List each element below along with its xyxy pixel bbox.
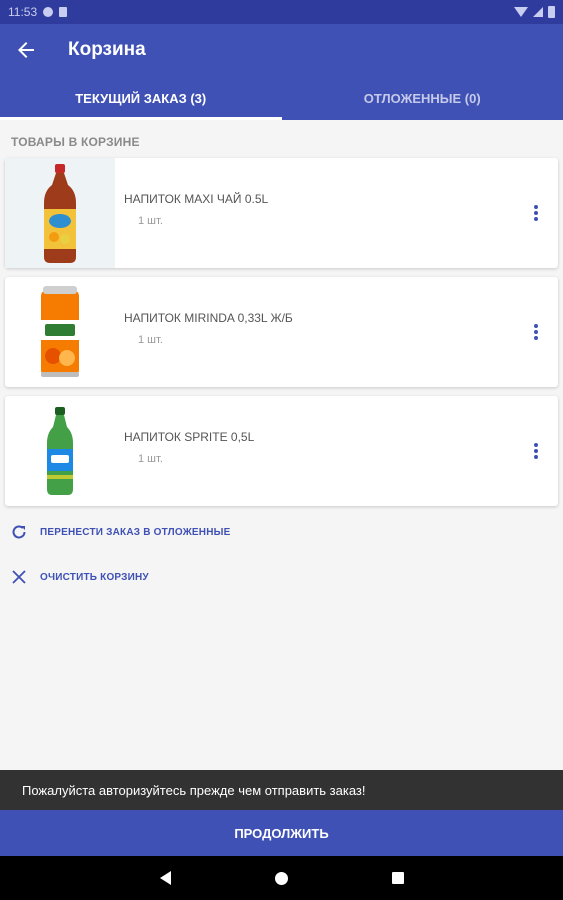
arrow-back-icon — [18, 42, 34, 58]
nav-recents-icon[interactable] — [391, 872, 404, 884]
item-quantity: 1 шт. — [138, 214, 163, 227]
postpone-order-button[interactable]: ПЕРЕНЕСТИ ЗАКАЗ В ОТЛОЖЕННЫЕ — [10, 523, 231, 541]
cart-item[interactable]: НАПИТОК MAXI ЧАЙ 0.5L 1 шт. — [5, 158, 558, 268]
tab-bar: ТЕКУЩИЙ ЗАКАЗ (3) ОТЛОЖЕННЫЕ (0) — [0, 76, 563, 120]
signal-icon — [533, 7, 543, 17]
nav-back-icon[interactable] — [159, 871, 171, 885]
item-name: НАПИТОК SPRITE 0,5L — [124, 429, 255, 444]
cart-item[interactable]: НАПИТОК MIRINDA 0,33L Ж/Б 1 шт. — [5, 277, 558, 387]
app-bar: Корзина — [0, 24, 563, 76]
postpone-order-label: ПЕРЕНЕСТИ ЗАКАЗ В ОТЛОЖЕННЫЕ — [40, 526, 231, 538]
sd-card-icon — [59, 7, 68, 17]
more-vert-icon — [534, 205, 538, 209]
notification-icon — [43, 7, 54, 17]
back-button[interactable] — [0, 24, 52, 76]
snackbar: Пожалуйста авторизуйтесь прежде чем отпр… — [0, 770, 563, 810]
item-name: НАПИТОК MIRINDA 0,33L Ж/Б — [124, 310, 293, 325]
product-image — [5, 396, 115, 506]
product-image — [5, 158, 115, 268]
cart-item[interactable]: НАПИТОК SPRITE 0,5L 1 шт. — [5, 396, 558, 506]
clear-cart-button[interactable]: ОЧИСТИТЬ КОРЗИНУ — [10, 568, 149, 586]
close-icon — [10, 568, 28, 586]
status-time: 11:53 — [8, 5, 38, 19]
clear-cart-label: ОЧИСТИТЬ КОРЗИНУ — [40, 571, 149, 583]
product-image — [5, 277, 115, 387]
tab-current-order[interactable]: ТЕКУЩИЙ ЗАКАЗ (3) — [0, 76, 282, 120]
page-title: Корзина — [68, 39, 146, 60]
refresh-icon — [10, 523, 28, 541]
snackbar-message: Пожалуйста авторизуйтесь прежде чем отпр… — [22, 782, 366, 798]
continue-button[interactable]: ПРОДОЛЖИТЬ — [0, 810, 563, 856]
nav-home-icon[interactable] — [274, 871, 288, 885]
more-vert-button[interactable] — [514, 429, 558, 473]
more-vert-icon — [534, 443, 538, 447]
more-vert-button[interactable] — [514, 310, 558, 354]
item-name: НАПИТОК MAXI ЧАЙ 0.5L — [124, 191, 269, 206]
battery-icon — [548, 6, 555, 18]
cart-section-title: ТОВАРЫ В КОРЗИНЕ — [11, 135, 140, 149]
item-quantity: 1 шт. — [138, 452, 163, 465]
tab-postponed[interactable]: ОТЛОЖЕННЫЕ (0) — [282, 76, 563, 120]
wifi-icon — [514, 7, 528, 17]
status-bar: 11:53 — [0, 0, 563, 24]
item-quantity: 1 шт. — [138, 333, 163, 346]
more-vert-icon — [534, 324, 538, 328]
system-nav-bar — [0, 856, 563, 900]
more-vert-button[interactable] — [514, 191, 558, 235]
